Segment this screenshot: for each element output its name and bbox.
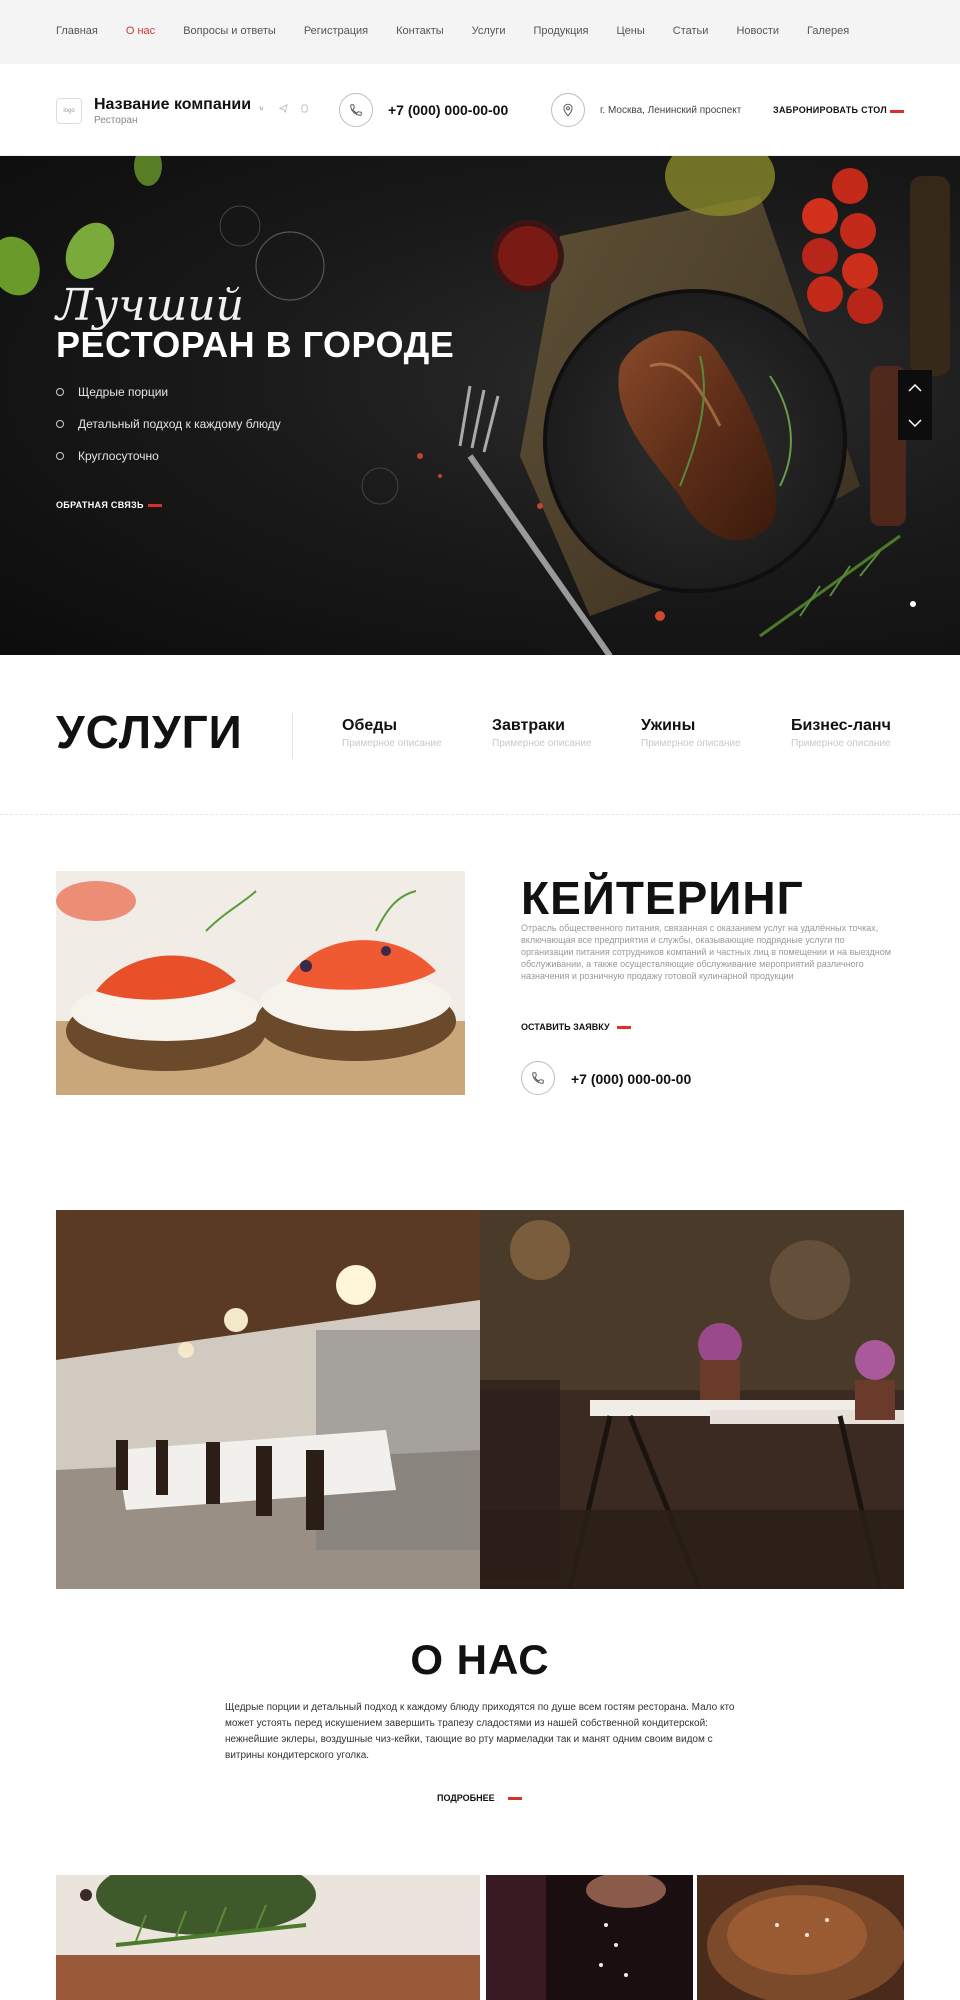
hero-feature-item: Круглосуточно: [56, 448, 281, 480]
hero-title: РЕСТОРАН В ГОРОДЕ: [56, 324, 455, 365]
hero-feature-item: Щедрые порции: [56, 384, 281, 416]
telegram-icon[interactable]: [278, 104, 288, 114]
banquet-hall-photo: [56, 1210, 480, 1589]
accent-dash: [508, 1797, 522, 1800]
request-button[interactable]: ОСТАВИТЬ ЗАЯВКУ: [521, 1022, 610, 1032]
nav-item-faq[interactable]: Вопросы и ответы: [183, 25, 276, 37]
social-links: [258, 104, 309, 114]
steak-rosemary-photo: [56, 1875, 480, 2000]
site-header: logo Название компании Ресторан +7 (000)…: [0, 64, 960, 156]
company-subtitle: Ресторан: [94, 115, 138, 126]
nav-item-articles[interactable]: Статьи: [673, 25, 709, 37]
catering-section: КЕЙТЕРИНГ Отрасль общественного питания,…: [0, 815, 960, 1195]
more-button[interactable]: ПОДРОБНЕЕ: [437, 1793, 495, 1803]
logo[interactable]: logo: [56, 98, 82, 124]
feedback-button[interactable]: ОБРАТНАЯ СВЯЗЬ: [56, 500, 144, 510]
service-desc: Примерное описание: [492, 738, 592, 749]
catering-photo: [56, 871, 465, 1095]
hero-features: Щедрые порции Детальный подход к каждому…: [56, 384, 281, 480]
service-desc: Примерное описание: [641, 738, 741, 749]
service-name: Завтраки: [492, 717, 565, 734]
about-title: О НАС: [410, 1636, 550, 1683]
header-address: г. Москва, Ленинский проспект: [600, 105, 742, 116]
service-item[interactable]: Бизнес-ланч Примерное описание: [791, 717, 891, 749]
top-navigation: Главная О нас Вопросы и ответы Регистрац…: [0, 0, 960, 64]
phone-icon: [339, 93, 373, 127]
catering-text: Отрасль общественного питания, связанная…: [521, 923, 891, 981]
nav-item-about[interactable]: О нас: [126, 25, 155, 37]
hero-feature-item: Детальный подход к каждому блюду: [56, 416, 281, 448]
viber-icon[interactable]: [300, 104, 309, 113]
accent-dash: [617, 1026, 631, 1029]
nav-list: Главная О нас Вопросы и ответы Регистрац…: [56, 25, 877, 37]
about-text: Щедрые порции и детальный подход к каждо…: [225, 1702, 735, 1761]
catering-title: КЕЙТЕРИНГ: [521, 872, 804, 924]
nav-item-home[interactable]: Главная: [56, 25, 98, 37]
service-item[interactable]: Обеды Примерное описание: [342, 717, 442, 749]
service-item[interactable]: Ужины Примерное описание: [641, 717, 741, 749]
nav-item-news[interactable]: Новости: [736, 25, 779, 37]
slider-arrows: [898, 370, 932, 440]
phone-icon: [521, 1061, 555, 1095]
location-pin-icon: [551, 93, 585, 127]
grilled-steak-photo: [697, 1875, 904, 2000]
service-item[interactable]: Завтраки Примерное описание: [492, 717, 592, 749]
gallery: [56, 1210, 904, 1589]
slider-dot[interactable]: [910, 601, 916, 607]
header-phone[interactable]: +7 (000) 000-00-00: [388, 102, 508, 118]
book-table-button[interactable]: ЗАБРОНИРОВАТЬ СТОЛ: [773, 105, 887, 115]
page: Главная О нас Вопросы и ответы Регистрац…: [0, 0, 960, 2000]
service-name: Обеды: [342, 717, 398, 734]
down-chevron-icon[interactable]: [898, 405, 932, 440]
accent-dash: [148, 504, 162, 507]
nav-item-registration[interactable]: Регистрация: [304, 25, 368, 37]
hero-slider: Лучший РЕСТОРАН В ГОРОДЕ Щедрые порции Д…: [0, 156, 960, 655]
services-title: УСЛУГИ: [56, 706, 243, 758]
company-name: Название компании: [94, 96, 252, 113]
accent-dash: [890, 110, 904, 113]
service-name: Бизнес-ланч: [791, 717, 891, 734]
services-section: УСЛУГИ Обеды Примерное описание Завтраки…: [0, 655, 960, 815]
catering-phone[interactable]: +7 (000) 000-00-00: [571, 1071, 691, 1087]
nav-item-products[interactable]: Продукция: [533, 25, 588, 37]
up-chevron-icon[interactable]: [898, 370, 932, 405]
service-desc: Примерное описание: [342, 738, 442, 749]
service-desc: Примерное описание: [791, 738, 891, 749]
divider: [292, 713, 293, 759]
vk-icon[interactable]: [258, 104, 267, 113]
service-name: Ужины: [641, 717, 696, 734]
nav-item-prices[interactable]: Цены: [617, 25, 645, 37]
photo-strip: [56, 1875, 904, 2000]
nav-item-gallery[interactable]: Галерея: [807, 25, 849, 37]
chef-salting-photo: [486, 1875, 693, 2000]
terrace-photo: [480, 1210, 904, 1589]
nav-item-services[interactable]: Услуги: [472, 25, 506, 37]
nav-item-contacts[interactable]: Контакты: [396, 25, 444, 37]
